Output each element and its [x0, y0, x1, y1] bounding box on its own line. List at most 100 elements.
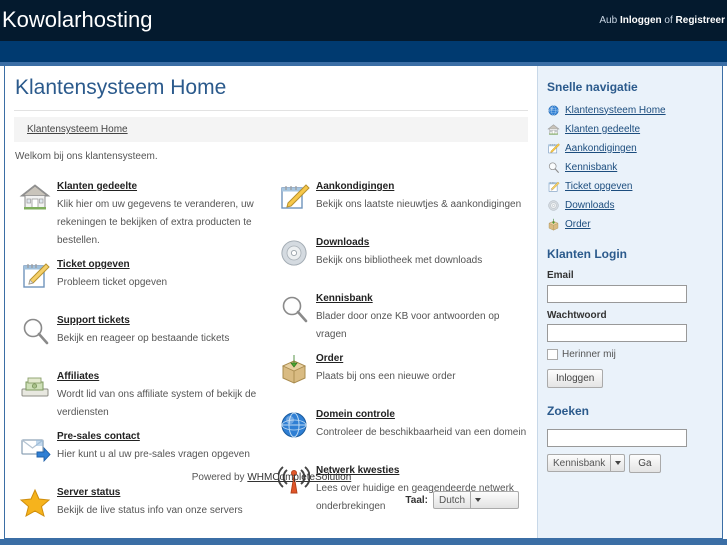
whmcs-link[interactable]: WHMCompleteSolution [247, 472, 351, 483]
service-item-text: Domein controle Controleer de beschikbaar… [316, 408, 526, 454]
service-item-text: Server status Bekijk de live status info … [57, 486, 243, 532]
sidebar-item-label[interactable]: Aankondigingen [565, 143, 637, 154]
service-item-text: Pre-sales contact Hier kunt u al uw pre-s… [57, 430, 250, 476]
service-item-desc: Bekijk ons bibliotheek met downloads [316, 255, 483, 266]
sidebar-item-label[interactable]: Klanten gedeelte [565, 124, 640, 135]
chevron-down-icon [470, 492, 484, 508]
chevron-down-icon [610, 455, 624, 471]
service-item-text: Affiliates Wordt lid van ons affiliate sy… [57, 370, 272, 420]
service-item[interactable]: Klanten gedeelte Klik hier om uw gegevens… [13, 180, 272, 248]
service-item-desc: Bekijk ons laatste nieuwtjes & aankondig… [316, 199, 522, 210]
site-title: Kowolarhosting [2, 7, 153, 32]
sidebar-item-order[interactable]: Order [547, 217, 722, 231]
service-item-title[interactable]: Aankondigingen [316, 181, 521, 192]
sidebar: Snelle navigatie Klantensysteem Home Klan… [538, 66, 722, 538]
page-title: Klantensysteem Home [15, 76, 227, 99]
search-controls: Kennisbank Ga [547, 453, 722, 473]
star-icon [13, 486, 57, 526]
service-item-text: Order Plaats bij ons een nieuwe order [316, 352, 456, 398]
service-item-title[interactable]: Domein controle [316, 409, 526, 420]
magnifier-icon [547, 160, 565, 174]
service-item-title[interactable]: Server status [57, 487, 243, 498]
service-item-text: Klanten gedeelte Klik hier om uw gegevens… [57, 180, 272, 248]
email-field[interactable] [547, 284, 687, 303]
service-item-desc: Klik hier om uw gegevens te veranderen, … [57, 199, 254, 246]
sidebar-item-aankondigingen[interactable]: Aankondigingen [547, 141, 722, 155]
login-button[interactable]: Inloggen [547, 369, 604, 388]
welcome-text: Welkom bij ons klantensysteem. [15, 151, 158, 162]
sidebar-search-heading: Zoeken [547, 404, 590, 418]
breadcrumb-item-home[interactable]: Klantensysteem Home [27, 124, 128, 135]
service-column-left: Klanten gedeelte Klik hier om uw gegevens… [13, 180, 272, 542]
service-item-title[interactable]: Support tickets [57, 315, 229, 326]
service-item-desc: Bekijk en reageer op bestaande tickets [57, 333, 230, 344]
service-item-title[interactable]: Downloads [316, 237, 482, 248]
house-icon [547, 122, 565, 136]
password-field[interactable] [547, 324, 687, 342]
sidebar-item-ticket-opgeven[interactable]: Ticket opgeven [547, 179, 722, 193]
powered-by-label: Powered by [191, 472, 248, 483]
service-item-desc: Blader door onze KB voor antwoorden op v… [316, 311, 500, 340]
service-item-text: Downloads Bekijk ons bibliotheek met down… [316, 236, 482, 282]
service-item-title[interactable]: Ticket opgeven [57, 259, 167, 270]
sidebar-item-kennisbank[interactable]: Kennisbank [547, 160, 722, 174]
page-bottom-border [0, 539, 727, 545]
envelope-arrow-icon [13, 430, 57, 470]
powered-by: Powered by WHMCompleteSolution [5, 472, 538, 483]
service-item[interactable]: Order Plaats bij ons een nieuwe order [272, 352, 531, 398]
service-item[interactable]: Affiliates Wordt lid van ons affiliate sy… [13, 370, 272, 420]
language-select[interactable]: Dutch [433, 491, 519, 509]
notepad-pencil-icon [13, 258, 57, 298]
broadcast-icon [272, 464, 316, 504]
remember-me-checkbox[interactable] [547, 349, 558, 360]
money-icon [13, 370, 57, 410]
search-input[interactable] [547, 428, 687, 447]
globe-icon [272, 408, 316, 448]
service-item[interactable]: Downloads Bekijk ons bibliotheek met down… [272, 236, 531, 282]
service-item[interactable]: Pre-sales contact Hier kunt u al uw pre-s… [13, 430, 272, 476]
sidebar-item-label[interactable]: Kennisbank [565, 162, 617, 173]
main-content: Klantensysteem Home Klantensysteem Home … [5, 66, 538, 538]
service-item[interactable]: Server status Bekijk de live status info … [13, 486, 272, 532]
register-link[interactable]: Registreer [676, 15, 725, 26]
remember-me-row[interactable]: Herinner mij [547, 349, 722, 360]
service-item[interactable]: Domein controle Controleer de beschikbaar… [272, 408, 531, 454]
service-item-text: Kennisbank Blader door onze KB voor antwo… [316, 292, 531, 342]
service-item[interactable]: Support tickets Bekijk en reageer op best… [13, 314, 272, 360]
login-link[interactable]: Inloggen [620, 15, 662, 26]
box-icon [272, 352, 316, 392]
notepad-pencil-icon [547, 179, 565, 193]
language-label: Taal: [405, 494, 428, 506]
sidebar-item-label[interactable]: Klantensysteem Home [565, 105, 666, 116]
sidebar-item-klantensysteem-home[interactable]: Klantensysteem Home [547, 103, 722, 117]
service-grid: Klanten gedeelte Klik hier om uw gegevens… [13, 180, 531, 542]
service-item-title[interactable]: Affiliates [57, 371, 272, 382]
auth-prefix-text: Aub [599, 15, 620, 26]
header-auth-links: Aub Inloggen of Registreer [599, 15, 725, 26]
sidebar-item-label[interactable]: Order [565, 219, 591, 230]
disc-icon [547, 198, 565, 212]
disc-icon [272, 236, 316, 276]
search-scope-value: Kennisbank [553, 457, 606, 469]
service-item-desc: Hier kunt u al uw pre-sales vragen opgev… [57, 449, 250, 460]
service-item-title[interactable]: Order [316, 353, 456, 364]
service-item-title[interactable]: Pre-sales contact [57, 431, 250, 442]
language-select-value: Dutch [439, 494, 466, 506]
service-item[interactable]: Ticket opgeven Probleem ticket opgeven [13, 258, 272, 304]
service-item[interactable]: Aankondigingen Bekijk ons laatste nieuwtj… [272, 180, 531, 226]
sidebar-item-downloads[interactable]: Downloads [547, 198, 722, 212]
sidebar-item-klanten-gedeelte[interactable]: Klanten gedeelte [547, 122, 722, 136]
service-item-title[interactable]: Kennisbank [316, 293, 531, 304]
search-scope-select[interactable]: Kennisbank [547, 454, 626, 472]
service-item-desc: Bekijk de live status info van onze serv… [57, 505, 243, 516]
search-go-button[interactable]: Ga [629, 453, 661, 473]
remember-me-label: Herinner mij [562, 349, 616, 360]
service-item-desc: Wordt lid van ons affiliate system of be… [57, 389, 257, 418]
service-item[interactable]: Kennisbank Blader door onze KB voor antwo… [272, 292, 531, 342]
sidebar-nav-heading: Snelle navigatie [547, 80, 638, 94]
sidebar-item-label[interactable]: Downloads [565, 200, 614, 211]
service-item-title[interactable]: Klanten gedeelte [57, 181, 272, 192]
sidebar-item-label[interactable]: Ticket opgeven [565, 181, 632, 192]
service-item-desc: Probleem ticket opgeven [57, 277, 168, 288]
password-label: Wachtwoord [547, 309, 607, 321]
